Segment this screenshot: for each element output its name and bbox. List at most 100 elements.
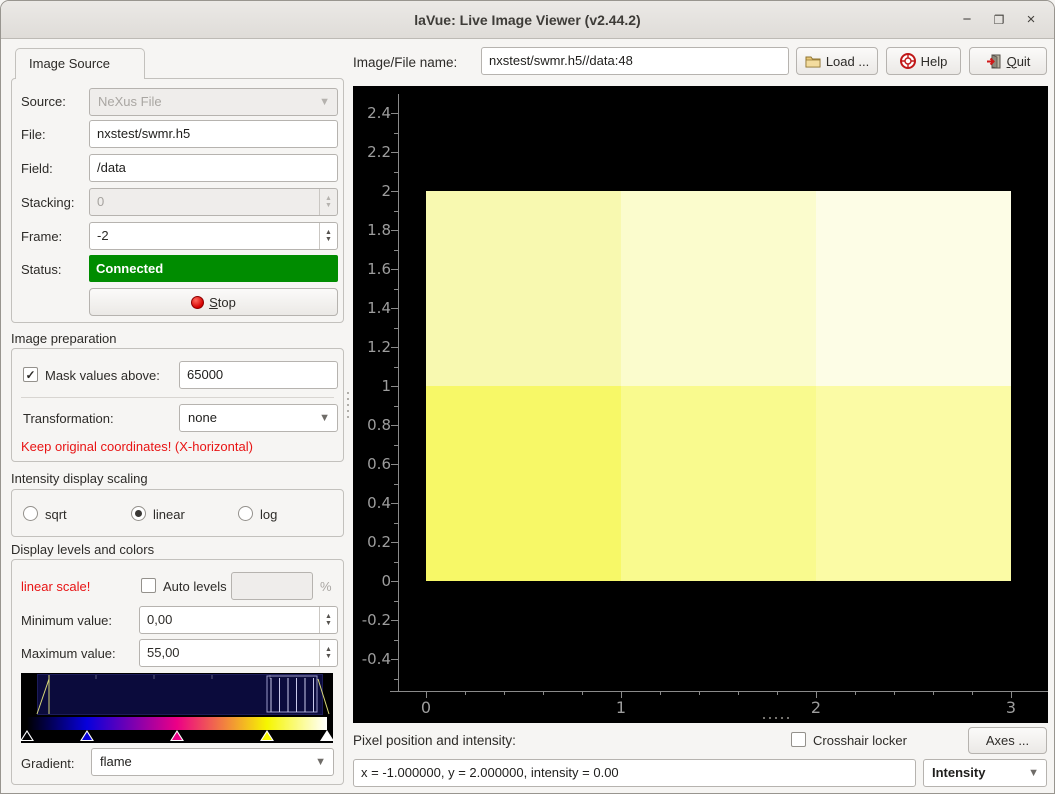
y-tick-label: 1 bbox=[355, 377, 391, 395]
mask-checkbox[interactable]: ✓ bbox=[23, 367, 38, 382]
y-minor-tick bbox=[394, 679, 398, 680]
radio-sqrt[interactable] bbox=[23, 506, 38, 521]
gradient-tick-marker[interactable] bbox=[320, 730, 334, 741]
horizontal-splitter-handle[interactable] bbox=[756, 715, 796, 721]
tab-image-source[interactable]: Image Source bbox=[15, 48, 145, 79]
y-tick bbox=[391, 308, 398, 309]
x-tick-label: 0 bbox=[406, 699, 446, 717]
y-minor-tick bbox=[394, 640, 398, 641]
chevron-down-icon: ▼ bbox=[319, 89, 330, 115]
minimize-button[interactable]: − bbox=[954, 7, 980, 33]
auto-levels-label: Auto levels bbox=[163, 578, 227, 596]
x-tick bbox=[816, 691, 817, 698]
gradient-tick-marker[interactable] bbox=[260, 730, 274, 741]
mask-label: Mask values above: bbox=[45, 367, 160, 385]
quit-button[interactable]: Quit bbox=[969, 47, 1047, 75]
y-tick-label: 1.4 bbox=[355, 299, 391, 317]
auto-percent-input[interactable] bbox=[231, 572, 313, 600]
axes-button[interactable]: Axes ... bbox=[968, 727, 1047, 754]
heatmap-cell[interactable] bbox=[621, 191, 816, 386]
stop-button-label: Stop bbox=[209, 295, 236, 310]
x-tick bbox=[621, 691, 622, 698]
divider bbox=[21, 397, 334, 398]
x-tick-label: 2 bbox=[796, 699, 836, 717]
y-tick bbox=[391, 191, 398, 192]
x-minor-tick bbox=[504, 691, 505, 695]
levels-title: Display levels and colors bbox=[11, 541, 154, 559]
transformation-select[interactable]: none ▼ bbox=[179, 404, 338, 432]
percent-suffix: % bbox=[320, 578, 332, 596]
y-tick bbox=[391, 503, 398, 504]
close-button[interactable]: × bbox=[1018, 7, 1044, 33]
crosshair-locker-checkbox[interactable] bbox=[791, 732, 806, 747]
spinner-arrows-icon[interactable]: ▲▼ bbox=[319, 223, 337, 249]
stacking-spinbox[interactable]: 0 ▲▼ bbox=[89, 188, 338, 216]
x-minor-tick bbox=[543, 691, 544, 695]
auto-levels-checkbox[interactable] bbox=[141, 578, 156, 593]
gradient-value: flame bbox=[100, 754, 132, 769]
help-button[interactable]: Help bbox=[886, 47, 961, 75]
histogram-lut-widget[interactable] bbox=[21, 673, 333, 743]
heatmap-cell[interactable] bbox=[816, 191, 1011, 386]
source-select[interactable]: NeXus File ▼ bbox=[89, 88, 338, 116]
maximize-button[interactable]: ❐ bbox=[986, 7, 1012, 33]
file-input[interactable]: nxstest/swmr.h5 bbox=[89, 120, 338, 148]
x-axis-line bbox=[390, 691, 1048, 692]
y-tick-label: 1.2 bbox=[355, 338, 391, 356]
y-minor-tick bbox=[394, 211, 398, 212]
heatmap-cell[interactable] bbox=[621, 386, 816, 581]
frame-spinbox[interactable]: -2 ▲▼ bbox=[89, 222, 338, 250]
heatmap-cell[interactable] bbox=[816, 386, 1011, 581]
y-tick bbox=[391, 425, 398, 426]
heatmap-cell[interactable] bbox=[426, 191, 621, 386]
heatmap-cell[interactable] bbox=[426, 386, 621, 581]
y-minor-tick bbox=[394, 367, 398, 368]
field-label: Field: bbox=[21, 160, 53, 178]
pixel-position-label: Pixel position and intensity: bbox=[353, 732, 516, 750]
frame-label: Frame: bbox=[21, 228, 62, 246]
image-file-name-input[interactable]: nxstest/swmr.h5//data:48 bbox=[481, 47, 789, 75]
spinner-arrows-icon[interactable]: ▲▼ bbox=[319, 607, 337, 633]
y-axis-line bbox=[398, 94, 399, 691]
gradient-tick-marker[interactable] bbox=[20, 730, 34, 741]
y-tick bbox=[391, 542, 398, 543]
field-input[interactable]: /data bbox=[89, 154, 338, 182]
gradient-tick-marker[interactable] bbox=[80, 730, 94, 741]
max-spinbox[interactable]: 55,00 ▲▼ bbox=[139, 639, 338, 667]
y-tick bbox=[391, 347, 398, 348]
channel-select[interactable]: Intensity ▼ bbox=[923, 759, 1047, 787]
channel-value: Intensity bbox=[932, 765, 985, 780]
image-plot[interactable]: 2.42.221.81.61.41.210.80.60.40.20-0.2-0.… bbox=[353, 86, 1048, 723]
radio-linear[interactable] bbox=[131, 506, 146, 521]
radio-sqrt-label: sqrt bbox=[45, 506, 67, 524]
min-spinbox[interactable]: 0,00 ▲▼ bbox=[139, 606, 338, 634]
y-tick-label: 2.4 bbox=[355, 104, 391, 122]
stop-button[interactable]: Stop bbox=[89, 288, 338, 316]
gradient-select[interactable]: flame ▼ bbox=[91, 748, 334, 776]
frame-value: -2 bbox=[97, 223, 109, 249]
load-button[interactable]: Load ... bbox=[796, 47, 878, 75]
y-minor-tick bbox=[394, 250, 398, 251]
radio-log[interactable] bbox=[238, 506, 253, 521]
status-badge: Connected bbox=[89, 255, 338, 282]
y-tick bbox=[391, 269, 398, 270]
record-circle-icon bbox=[191, 296, 204, 309]
vertical-splitter-handle[interactable] bbox=[345, 86, 351, 723]
gradient-tick-marker[interactable] bbox=[170, 730, 184, 741]
spinner-arrows-icon[interactable]: ▲▼ bbox=[319, 640, 337, 666]
title-bar: laVue: Live Image Viewer (v2.44.2) − ❐ × bbox=[1, 1, 1054, 39]
spinner-arrows-icon[interactable]: ▲▼ bbox=[319, 189, 337, 215]
x-tick-label: 1 bbox=[601, 699, 641, 717]
image-file-name-label: Image/File name: bbox=[353, 54, 457, 72]
mask-input[interactable]: 65000 bbox=[179, 361, 338, 389]
x-tick bbox=[426, 691, 427, 698]
y-tick-label: 1.6 bbox=[355, 260, 391, 278]
y-minor-tick bbox=[394, 445, 398, 446]
stacking-value: 0 bbox=[97, 189, 104, 215]
pixel-readout: x = -1.000000, y = 2.000000, intensity =… bbox=[353, 759, 916, 787]
lifebuoy-help-icon bbox=[900, 53, 916, 69]
radio-log-label: log bbox=[260, 506, 277, 524]
y-tick-label: 2 bbox=[355, 182, 391, 200]
y-tick-label: -0.4 bbox=[355, 650, 391, 668]
x-tick bbox=[1011, 691, 1012, 698]
